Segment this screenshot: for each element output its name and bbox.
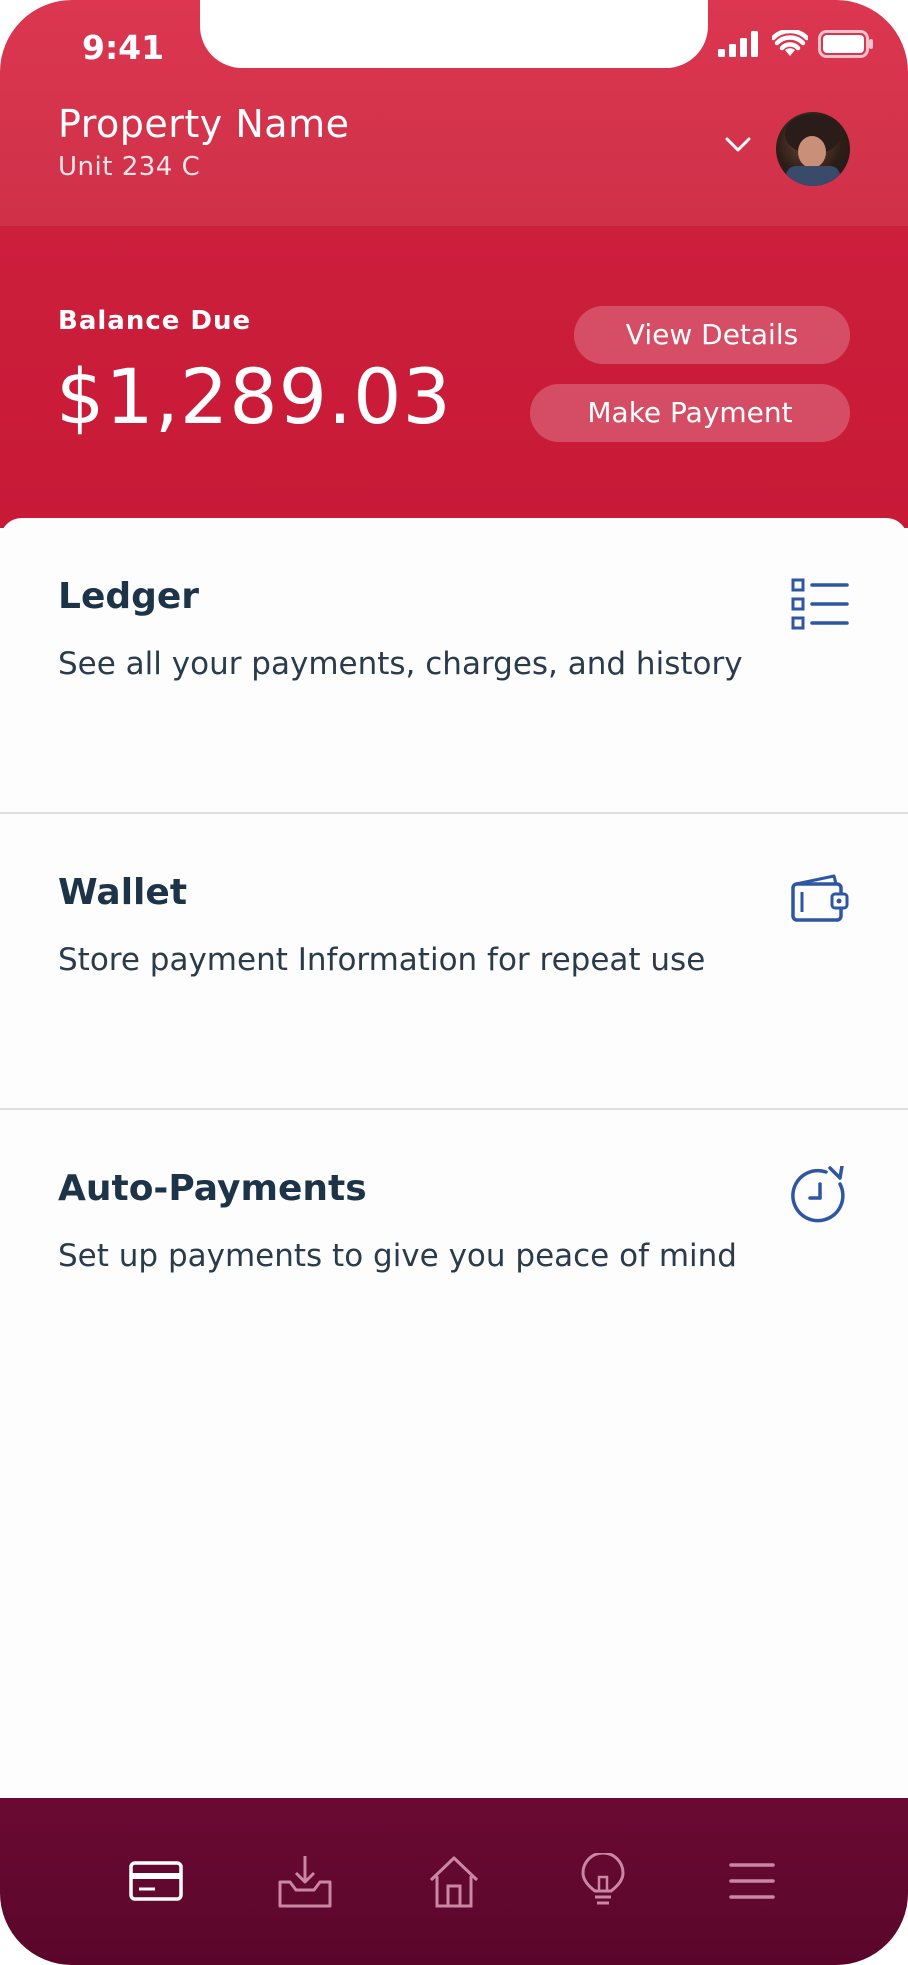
phone-screen: 9:41 Property Name Unit 234 C Balance Du… <box>0 0 908 1965</box>
card-description: See all your payments, charges, and hist… <box>58 646 743 682</box>
wallet-icon <box>791 874 849 922</box>
wifi-icon <box>772 30 808 56</box>
app-header: 9:41 Property Name Unit 234 C <box>0 0 908 226</box>
auto-payments-card[interactable]: Auto-Payments Set up payments to give yo… <box>0 1110 908 1404</box>
list-icon <box>791 578 849 630</box>
ledger-card[interactable]: Ledger See all your payments, charges, a… <box>0 518 908 814</box>
nav-tips[interactable] <box>574 1852 632 1910</box>
chevron-down-icon[interactable] <box>724 136 752 154</box>
card-title: Ledger <box>58 576 200 617</box>
status-time: 9:41 <box>82 28 165 67</box>
inbox-download-icon <box>278 1856 332 1908</box>
signal-icon <box>718 31 758 57</box>
nav-home[interactable] <box>425 1852 483 1910</box>
card-title: Wallet <box>58 872 188 913</box>
card-description: Store payment Information for repeat use <box>58 942 706 978</box>
status-icons <box>718 30 874 58</box>
menu-list: Ledger See all your payments, charges, a… <box>0 518 908 1800</box>
nav-menu[interactable] <box>723 1852 781 1910</box>
device-notch <box>200 0 708 68</box>
credit-card-icon <box>129 1861 183 1901</box>
menu-icon <box>729 1863 775 1899</box>
balance-label: Balance Due <box>58 306 252 336</box>
lightbulb-icon <box>581 1853 625 1905</box>
make-payment-button[interactable]: Make Payment <box>530 384 850 442</box>
avatar-image <box>785 114 841 186</box>
avatar[interactable] <box>776 112 850 186</box>
home-icon <box>429 1856 479 1908</box>
unit-label: Unit 234 C <box>58 152 201 182</box>
card-description: Set up payments to give you peace of min… <box>58 1238 737 1274</box>
card-title: Auto-Payments <box>58 1168 367 1209</box>
balance-section: Balance Due $1,289.03 View Details Make … <box>0 226 908 528</box>
battery-icon <box>818 30 873 58</box>
bottom-nav <box>0 1798 908 1965</box>
wallet-card[interactable]: Wallet Store payment Information for rep… <box>0 814 908 1110</box>
clock-refresh-icon <box>791 1166 845 1223</box>
nav-inbox[interactable] <box>276 1852 334 1910</box>
balance-amount: $1,289.03 <box>56 352 452 441</box>
nav-payments[interactable] <box>127 1852 185 1910</box>
view-details-button[interactable]: View Details <box>574 306 850 364</box>
property-name: Property Name <box>58 102 350 146</box>
